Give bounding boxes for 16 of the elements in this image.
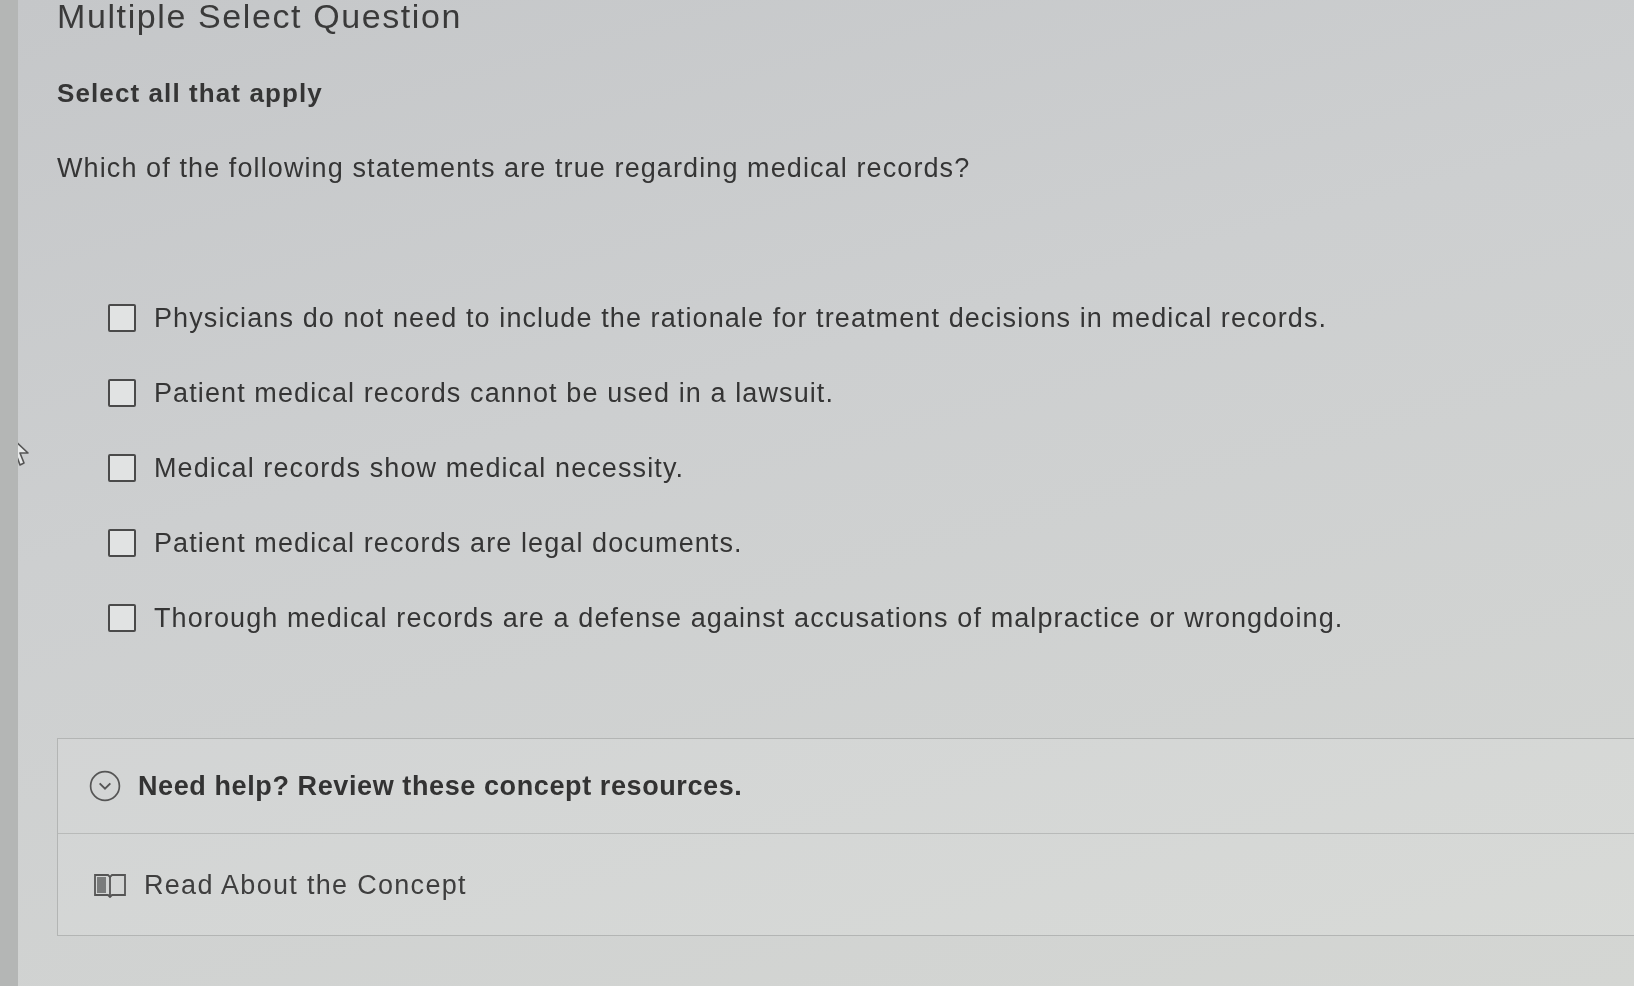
- question-text: Which of the following statements are true regarding medical records?: [57, 153, 971, 183]
- checkbox[interactable]: [108, 529, 136, 557]
- option-label[interactable]: Physicians do not need to include the rationale for treatment decisions in medical records.: [154, 302, 1328, 334]
- checkbox[interactable]: [108, 454, 136, 482]
- chevron-down-circle-icon[interactable]: [89, 770, 121, 802]
- checkbox[interactable]: [108, 304, 136, 332]
- checkbox[interactable]: [108, 379, 136, 407]
- checkbox[interactable]: [108, 604, 136, 632]
- option-label[interactable]: Patient medical records cannot be used in a lawsuit.: [154, 377, 835, 409]
- resource-link[interactable]: Read About the Concept: [144, 868, 467, 901]
- option-label[interactable]: Medical records show medical necessity.: [154, 452, 685, 484]
- instruction-text: Select all that apply: [57, 78, 323, 108]
- option-label[interactable]: Thorough medical records are a defense against accusations of malpractice or wrongdoing.: [154, 602, 1344, 634]
- open-book-icon: [93, 871, 127, 898]
- help-toggle-link[interactable]: Need help? Review these concept resources.: [138, 770, 743, 802]
- option-label[interactable]: Patient medical records are legal documents.: [154, 527, 743, 559]
